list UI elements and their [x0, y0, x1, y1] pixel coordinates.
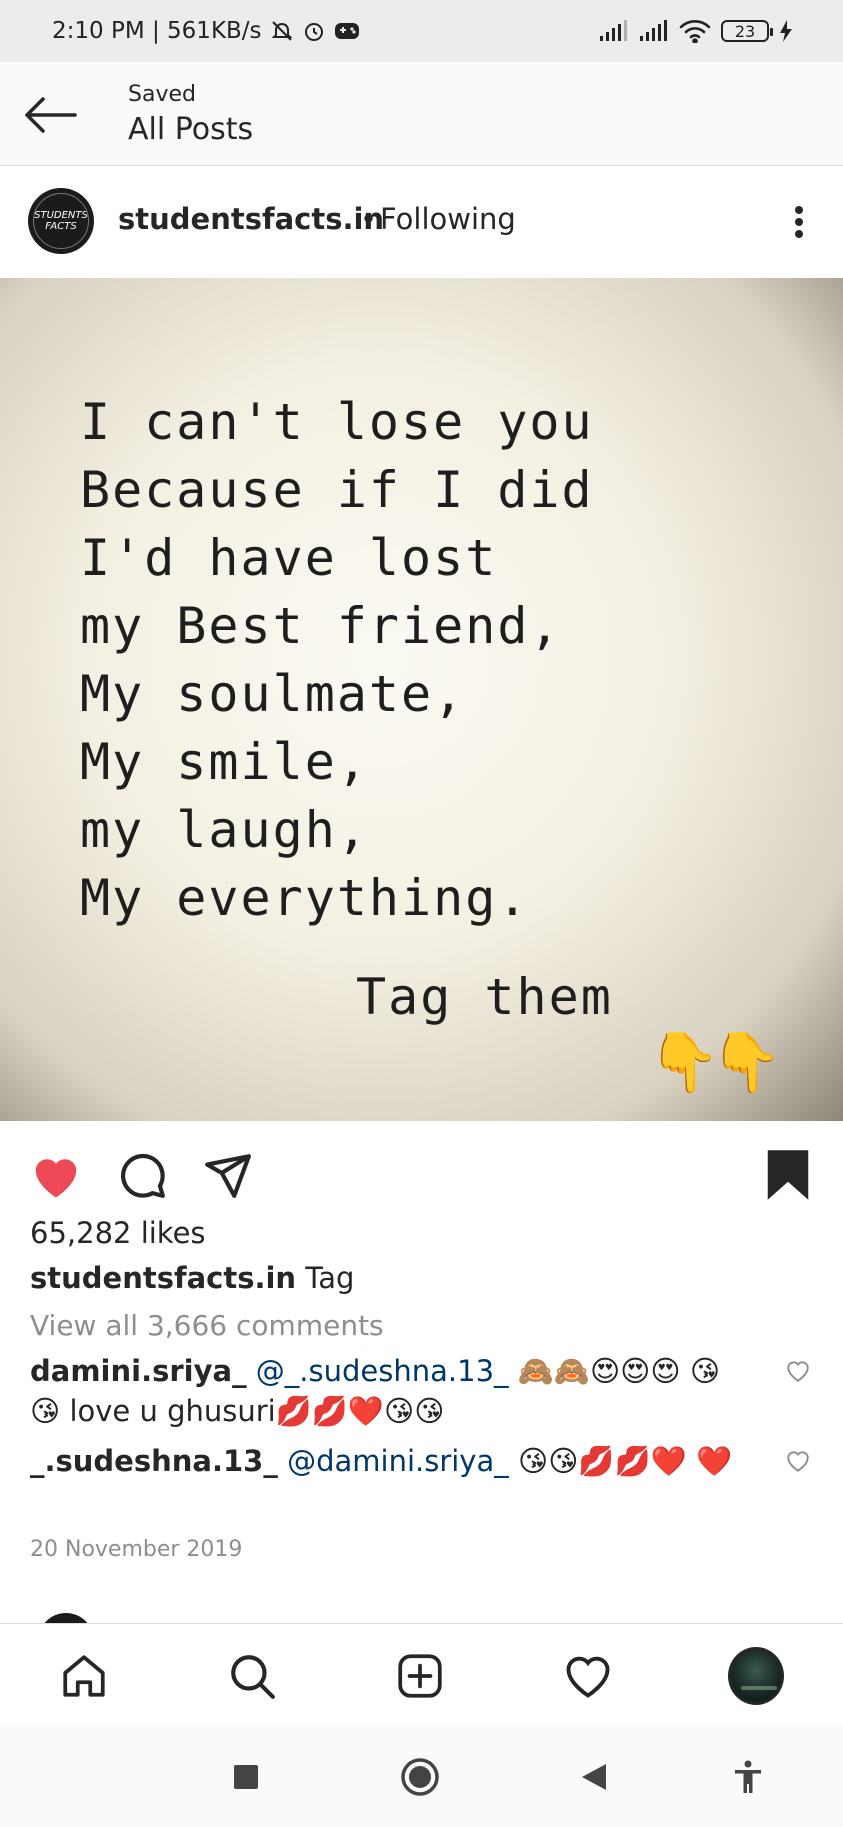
status-time-speed: 2:10 PM | 561KB/s: [52, 18, 262, 44]
paper-plane-icon: [205, 1154, 251, 1198]
image-tag-text: Tag them: [356, 968, 613, 1026]
comment-mention[interactable]: @_.sudeshna.13_: [256, 1354, 509, 1388]
heart-outline-icon: [566, 1656, 610, 1698]
bottom-nav: [0, 1623, 843, 1727]
signal-icon: [599, 20, 629, 42]
bookmark-filled-icon: [767, 1150, 809, 1200]
like-button[interactable]: [28, 1147, 84, 1203]
comment-like-button[interactable]: [783, 1356, 813, 1386]
triangle-back-icon: [582, 1764, 606, 1790]
charging-icon: [779, 20, 793, 42]
recents-button[interactable]: [226, 1757, 266, 1797]
pointing-down-icon: 👇: [710, 1028, 783, 1096]
nav-profile[interactable]: [728, 1647, 784, 1705]
accessibility-icon: [735, 1760, 761, 1793]
status-bar: 2:10 PM | 561KB/s 23: [0, 0, 843, 62]
caption: studentsfacts.in Tag: [30, 1261, 354, 1295]
more-vertical-icon: [795, 206, 803, 214]
comment-username[interactable]: damini.sriya_: [30, 1354, 247, 1388]
quote-line: my laugh,: [80, 801, 369, 859]
mute-icon: [270, 19, 294, 43]
comment-item: damini.sriya_ @_.sudeshna.13_ 🙈🙈😍😍😍 😘😘 l…: [30, 1351, 750, 1431]
comment-item: _.sudeshna.13_ @damini.sriya_ 😘😘💋💋❤️ ❤️: [30, 1441, 750, 1481]
nav-search[interactable]: [224, 1648, 280, 1704]
quote-line: My smile,: [80, 733, 369, 791]
post-username[interactable]: studentsfacts.in: [118, 202, 384, 236]
heart-filled-icon: [35, 1159, 77, 1198]
game-icon: [334, 20, 360, 42]
likes-count[interactable]: 65,282 likes: [30, 1216, 206, 1250]
header-subtitle: Saved: [128, 82, 196, 107]
comment-username[interactable]: _.sudeshna.13_: [30, 1444, 278, 1478]
post-date: 20 November 2019: [30, 1537, 243, 1562]
saved-header: Saved All Posts: [0, 62, 843, 166]
view-all-comments-link[interactable]: View all 3,666 comments: [30, 1309, 384, 1342]
comment-text: 😘😘💋💋❤️ ❤️: [517, 1444, 733, 1478]
profile-avatar: [728, 1647, 784, 1705]
comment-mention[interactable]: @damini.sriya_: [287, 1444, 509, 1478]
accessibility-button[interactable]: [728, 1757, 768, 1797]
back-button[interactable]: [20, 90, 80, 140]
comment-like-button[interactable]: [783, 1446, 813, 1476]
post-image[interactable]: I can't lose you Because if I did I'd ha…: [0, 278, 843, 1121]
system-nav-bar: [0, 1727, 843, 1827]
arrow-left-icon: [25, 97, 77, 133]
nav-activity[interactable]: [560, 1648, 616, 1704]
quote-line: my Best friend,: [80, 597, 562, 655]
heart-outline-icon: [787, 1361, 809, 1382]
quote-line: My soulmate,: [80, 665, 466, 723]
circle-icon: [401, 1758, 439, 1796]
heart-outline-icon: [787, 1451, 809, 1472]
quote-line: Because if I did: [80, 461, 594, 519]
battery-indicator: 23: [721, 20, 773, 42]
nav-add-post[interactable]: [392, 1648, 448, 1704]
caption-username[interactable]: studentsfacts.in: [30, 1261, 296, 1295]
quote-line: I can't lose you: [80, 393, 594, 451]
more-options-button[interactable]: [779, 200, 819, 244]
home-system-button[interactable]: [400, 1757, 440, 1797]
post-actions: [0, 1121, 843, 1223]
nav-home[interactable]: [56, 1648, 112, 1704]
comment-icon: [121, 1153, 165, 1198]
image-quote: I can't lose you Because if I did I'd ha…: [80, 388, 594, 932]
back-system-button[interactable]: [574, 1757, 614, 1797]
square-icon: [234, 1765, 258, 1789]
alarm-icon: [302, 19, 326, 43]
save-button[interactable]: [760, 1147, 816, 1203]
search-icon: [231, 1655, 275, 1699]
separator-dot: •: [360, 202, 378, 236]
page-title: All Posts: [128, 112, 254, 147]
caption-text: Tag: [305, 1261, 355, 1295]
signal-icon-2: [639, 20, 669, 42]
add-post-icon: [398, 1654, 442, 1698]
home-icon: [63, 1655, 105, 1697]
wifi-icon: [679, 19, 711, 43]
avatar[interactable]: STUDENTS FACTS: [28, 188, 94, 254]
post-header: STUDENTS FACTS studentsfacts.in • Follow…: [0, 166, 843, 278]
quote-line: My everything.: [80, 869, 530, 927]
comment-button[interactable]: [114, 1147, 170, 1203]
following-status[interactable]: Following: [380, 202, 516, 236]
quote-line: I'd have lost: [80, 529, 498, 587]
share-button[interactable]: [200, 1147, 256, 1203]
